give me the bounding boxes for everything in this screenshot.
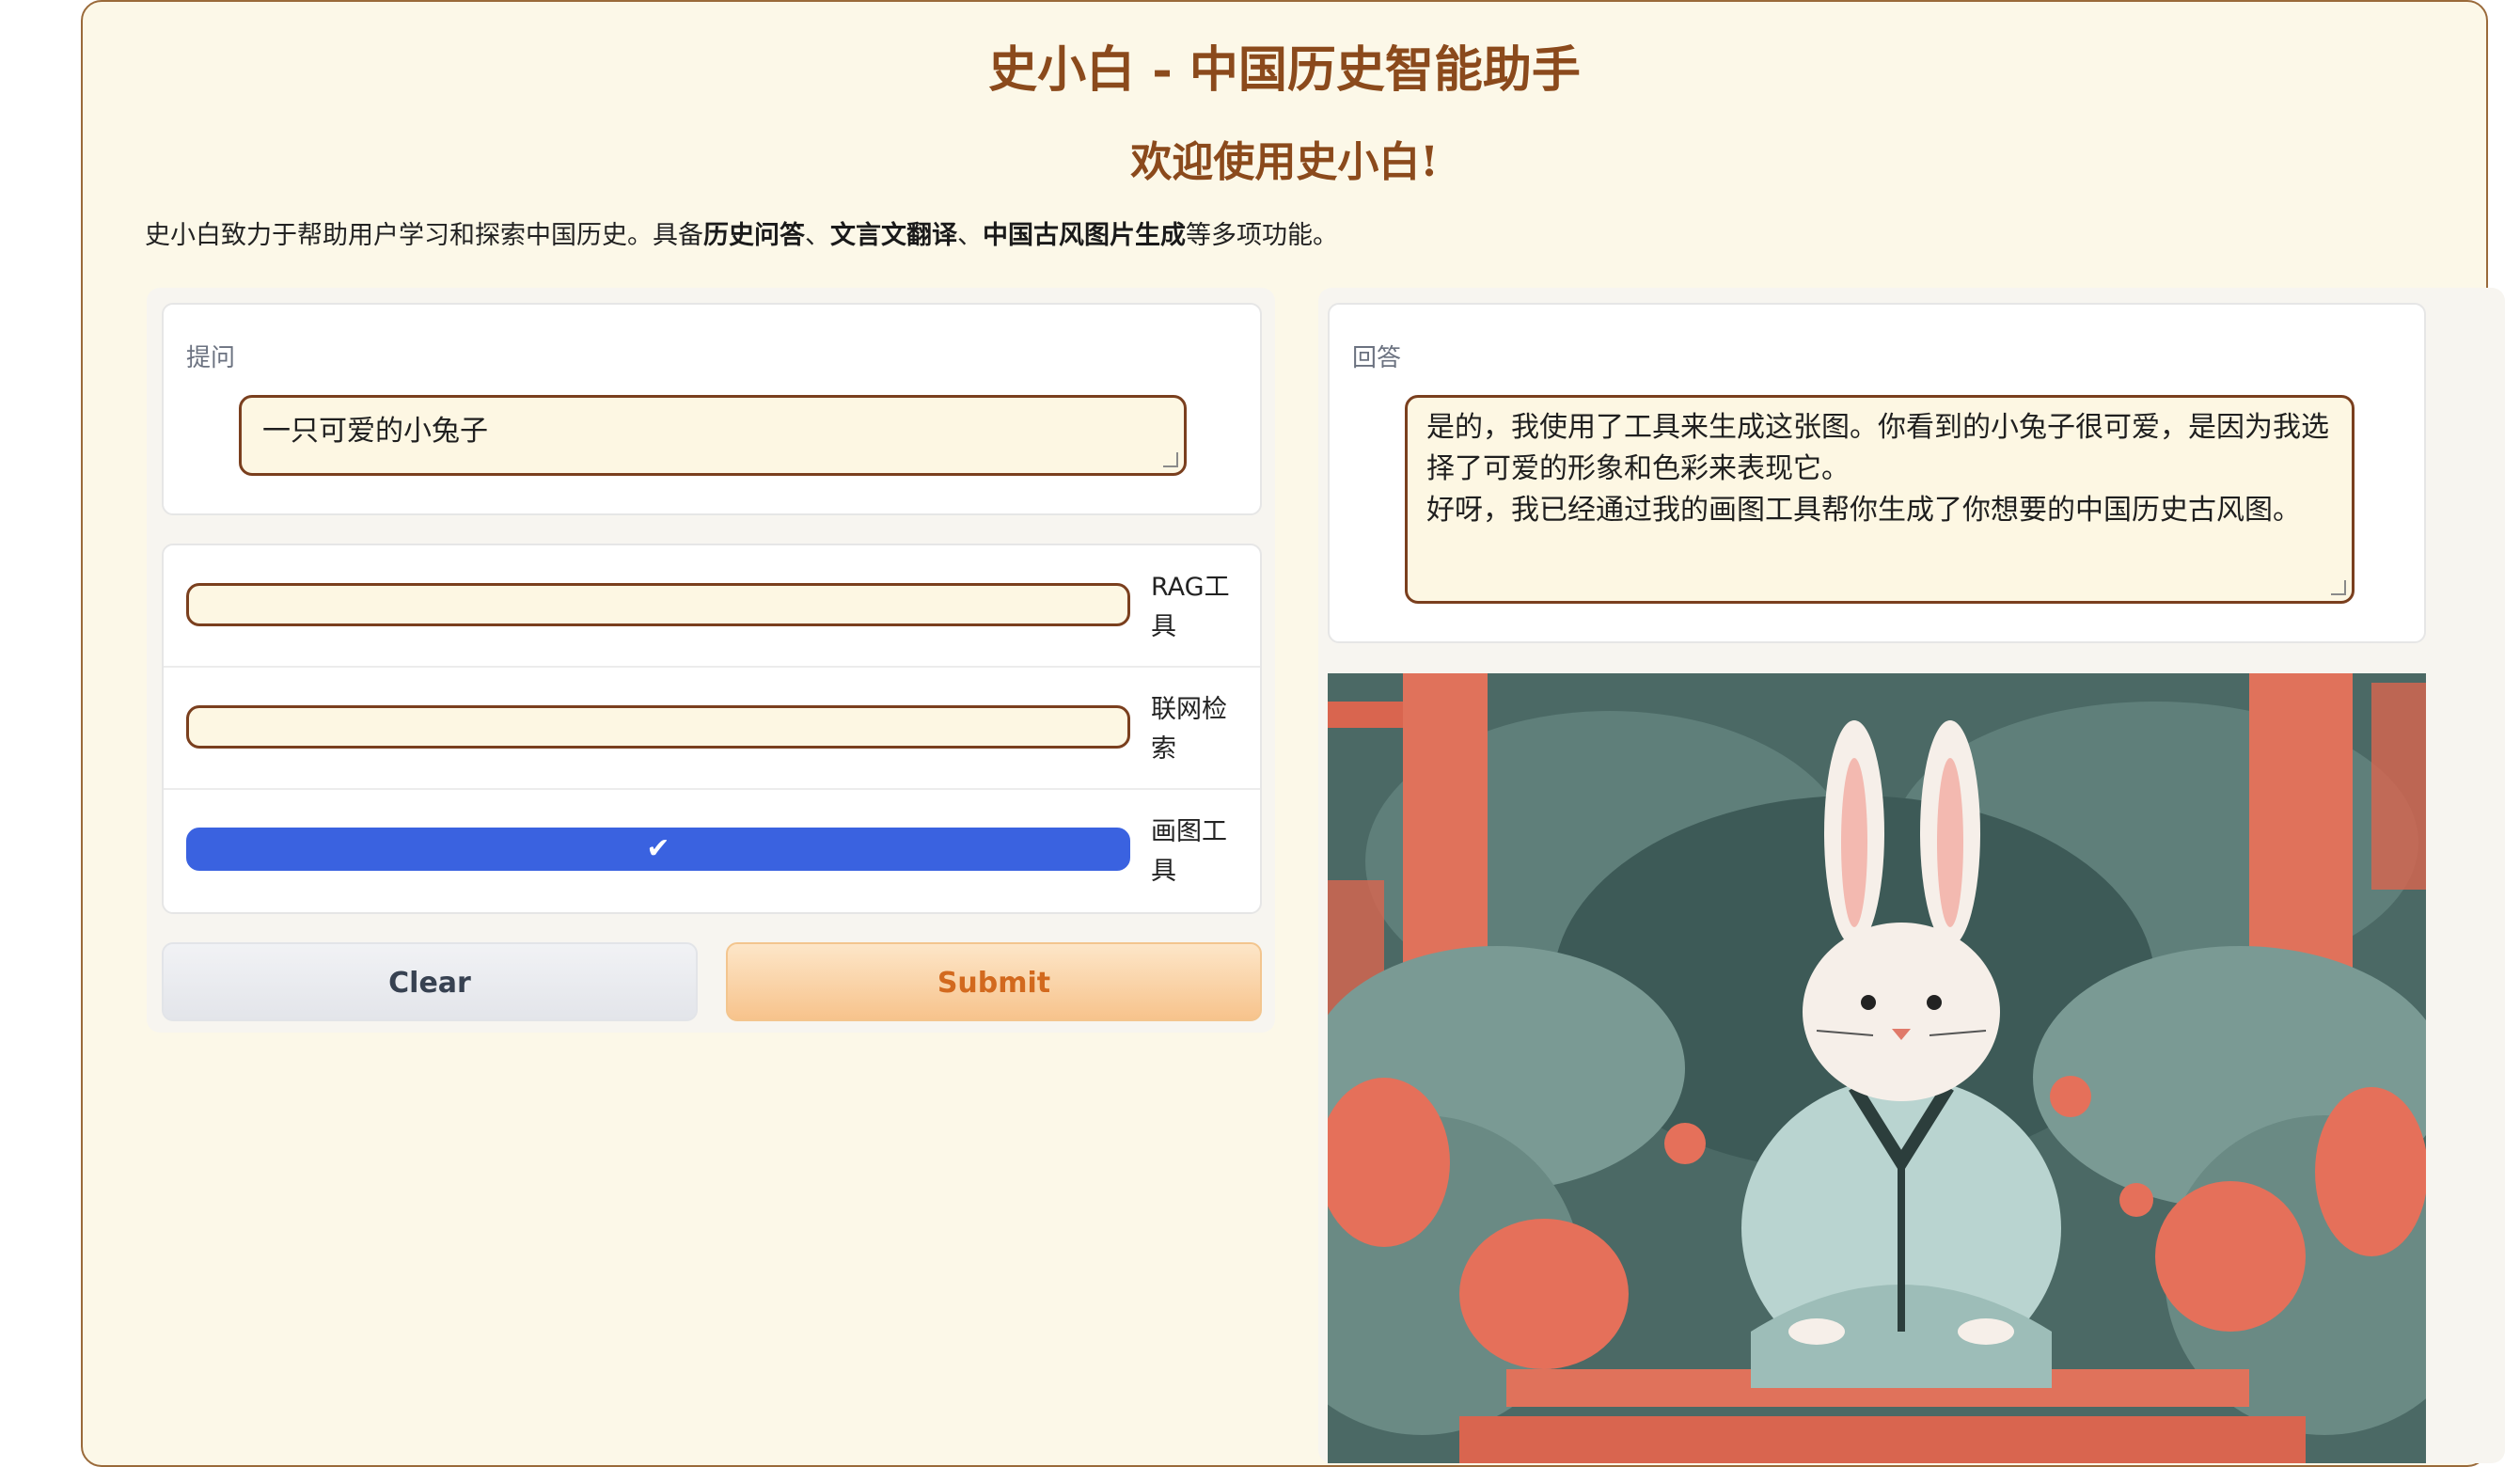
description-prefix: 史小白致力于帮助用户学习和探索中国历史。具备 [145, 221, 703, 250]
rabbit-illustration [1328, 673, 2426, 1463]
resize-handle-icon[interactable] [1163, 452, 1178, 467]
tools-card: RAG工具 联网检索 ✔ 画图工具 [162, 544, 1262, 914]
generated-image [1328, 673, 2426, 1463]
submit-button[interactable]: Submit [726, 942, 1262, 1021]
drawing-tool-checkbox[interactable]: ✔ [186, 828, 1130, 871]
feature-classical-translation: 文言文翻译 [830, 221, 957, 250]
answer-output[interactable]: 是的，我使用了工具来生成这张图。你看到的小兔子很可爱，是因为我选择了可爱的形象和… [1405, 395, 2355, 604]
feature-image-generation: 中国古风图片生成 [983, 221, 1186, 250]
web-search-checkbox[interactable] [186, 705, 1130, 749]
question-card: 提问 一只可爱的小兔子 [162, 303, 1262, 515]
app-description: 史小白致力于帮助用户学习和探索中国历史。具备历史问答、文言文翻译、中国古风图片生… [145, 214, 1338, 251]
description-suffix: 等多项功能。 [1186, 221, 1338, 250]
resize-handle-icon[interactable] [2331, 580, 2346, 595]
separator: 、 [957, 221, 983, 250]
question-text: 一只可爱的小兔子 [262, 415, 488, 448]
feature-history-qa: 历史问答 [703, 221, 805, 250]
page-title: 史小白 - 中国历史智能助手 [988, 41, 1581, 99]
answer-card: 回答 是的，我使用了工具来生成这张图。你看到的小兔子很可爱，是因为我选择了可爱的… [1328, 303, 2426, 643]
answer-line-2: 好呀，我已经通过我的画图工具帮你生成了你想要的中国历史古风图。 [1426, 494, 2301, 527]
clear-button[interactable]: Clear [162, 942, 698, 1021]
tool-row-rag: RAG工具 [164, 545, 1260, 668]
tool-row-drawing: ✔ 画图工具 [164, 790, 1260, 912]
welcome-subtitle: 欢迎使用史小白! [1130, 138, 1439, 186]
app-container: 史小白 - 中国历史智能助手 欢迎使用史小白! 史小白致力于帮助用户学习和探索中… [81, 0, 2505, 1467]
separator: 、 [805, 221, 830, 250]
output-column: 回答 是的，我使用了工具来生成这张图。你看到的小兔子很可爱，是因为我选择了可爱的… [1318, 288, 2505, 1463]
rag-tool-checkbox[interactable] [186, 583, 1130, 626]
question-label: 提问 [186, 344, 236, 372]
drawing-tool-label: 画图工具 [1151, 817, 1227, 886]
answer-label: 回答 [1352, 344, 1402, 372]
web-search-label: 联网检索 [1151, 695, 1227, 764]
question-input[interactable]: 一只可爱的小兔子 [239, 395, 1187, 476]
check-icon: ✔ [646, 831, 670, 865]
tool-row-web-search: 联网检索 [164, 668, 1260, 790]
answer-line-1: 是的，我使用了工具来生成这张图。你看到的小兔子很可爱，是因为我选择了可爱的形象和… [1426, 411, 2329, 485]
rag-tool-label: RAG工具 [1151, 573, 1230, 641]
input-column: 提问 一只可爱的小兔子 RAG工具 联网检索 ✔ 画图工具 Clear Subm… [147, 288, 1275, 1033]
